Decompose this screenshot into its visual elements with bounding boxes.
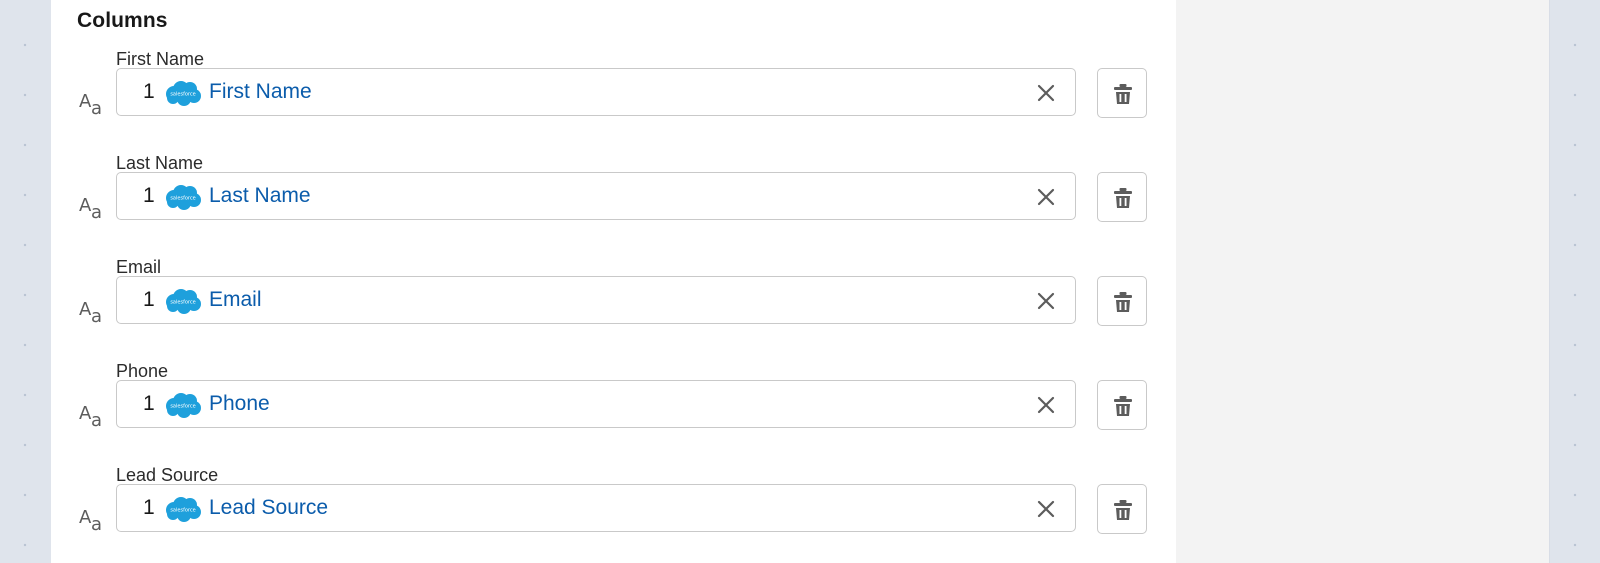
svg-text:salesforce: salesforce xyxy=(170,196,195,202)
text-type-icon: Aa xyxy=(79,91,103,119)
column-field-input[interactable]: 1 salesforce First Name xyxy=(116,68,1076,116)
trash-icon xyxy=(1114,500,1132,520)
salesforce-cloud-icon: salesforce xyxy=(166,393,201,418)
field-value: Email xyxy=(209,288,262,311)
clear-icon[interactable] xyxy=(1035,82,1057,104)
column-label: Phone xyxy=(116,361,169,381)
delete-column-button[interactable] xyxy=(1097,276,1147,326)
clear-icon[interactable] xyxy=(1035,290,1057,312)
field-prefix-number: 1 xyxy=(143,496,155,519)
trash-icon xyxy=(1114,188,1132,208)
text-type-icon: Aa xyxy=(79,507,103,535)
clear-icon[interactable] xyxy=(1035,186,1057,208)
column-field-input[interactable]: 1 salesforce Phone xyxy=(116,380,1076,428)
svg-text:salesforce: salesforce xyxy=(170,404,195,410)
column-label: Lead Source xyxy=(116,465,219,485)
column-label: Email xyxy=(116,257,162,277)
column-field-input[interactable]: 1 salesforce Lead Source xyxy=(116,484,1076,532)
svg-text:salesforce: salesforce xyxy=(170,300,195,306)
field-prefix-number: 1 xyxy=(143,288,155,311)
clear-icon[interactable] xyxy=(1035,498,1057,520)
column-row-phone: Phone Aa 1 salesforce Phone xyxy=(51,361,1176,461)
field-value: Phone xyxy=(209,392,270,415)
salesforce-cloud-icon: salesforce xyxy=(166,185,201,210)
columns-panel: Columns First Name Aa 1 salesforce First… xyxy=(51,0,1176,563)
column-field-input[interactable]: 1 salesforce Email xyxy=(116,276,1076,324)
side-panel-area xyxy=(1176,0,1550,563)
trash-icon xyxy=(1114,292,1132,312)
salesforce-cloud-icon: salesforce xyxy=(166,81,201,106)
field-value: Last Name xyxy=(209,184,311,207)
column-field-input[interactable]: 1 salesforce Last Name xyxy=(116,172,1076,220)
svg-text:salesforce: salesforce xyxy=(170,92,195,98)
column-label: Last Name xyxy=(116,153,204,173)
field-prefix-number: 1 xyxy=(143,184,155,207)
trash-icon xyxy=(1114,84,1132,104)
salesforce-cloud-icon: salesforce xyxy=(166,289,201,314)
column-row-last-name: Last Name Aa 1 salesforce Last Name xyxy=(51,153,1176,253)
trash-icon xyxy=(1114,396,1132,416)
field-prefix-number: 1 xyxy=(143,80,155,103)
section-title: Columns xyxy=(77,9,168,32)
field-value: Lead Source xyxy=(209,496,329,519)
text-type-icon: Aa xyxy=(79,403,103,431)
column-row-lead-source: Lead Source Aa 1 salesforce Lead Source xyxy=(51,465,1176,563)
text-type-icon: Aa xyxy=(79,299,103,327)
field-prefix-number: 1 xyxy=(143,392,155,415)
clear-icon[interactable] xyxy=(1035,394,1057,416)
text-type-icon: Aa xyxy=(79,195,103,223)
column-row-email: Email Aa 1 salesforce Email xyxy=(51,257,1176,357)
delete-column-button[interactable] xyxy=(1097,172,1147,222)
delete-column-button[interactable] xyxy=(1097,380,1147,430)
column-row-first-name: First Name Aa 1 salesforce First Name xyxy=(51,49,1176,149)
delete-column-button[interactable] xyxy=(1097,484,1147,534)
svg-text:salesforce: salesforce xyxy=(170,508,195,514)
column-label: First Name xyxy=(116,49,205,69)
field-value: First Name xyxy=(209,80,312,103)
salesforce-cloud-icon: salesforce xyxy=(166,497,201,522)
delete-column-button[interactable] xyxy=(1097,68,1147,118)
